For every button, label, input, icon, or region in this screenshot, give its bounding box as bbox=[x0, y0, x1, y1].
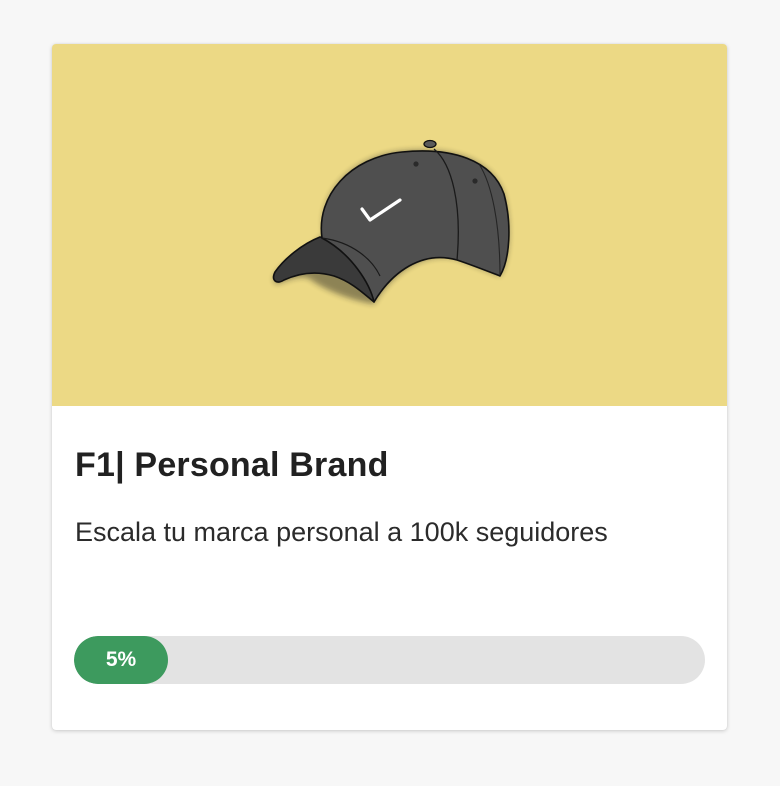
course-description: Escala tu marca personal a 100k seguidor… bbox=[75, 517, 608, 547]
progress-label: 5% bbox=[105, 648, 137, 671]
course-title: F1| Personal Brand bbox=[75, 446, 389, 484]
baseball-cap-icon bbox=[272, 139, 510, 304]
progress-fill: 5% bbox=[74, 636, 168, 684]
course-card[interactable]: F1| Personal Brand Escala tu marca perso… bbox=[52, 44, 727, 730]
course-hero-image bbox=[52, 44, 727, 406]
progress-bar: 5% bbox=[74, 636, 705, 684]
